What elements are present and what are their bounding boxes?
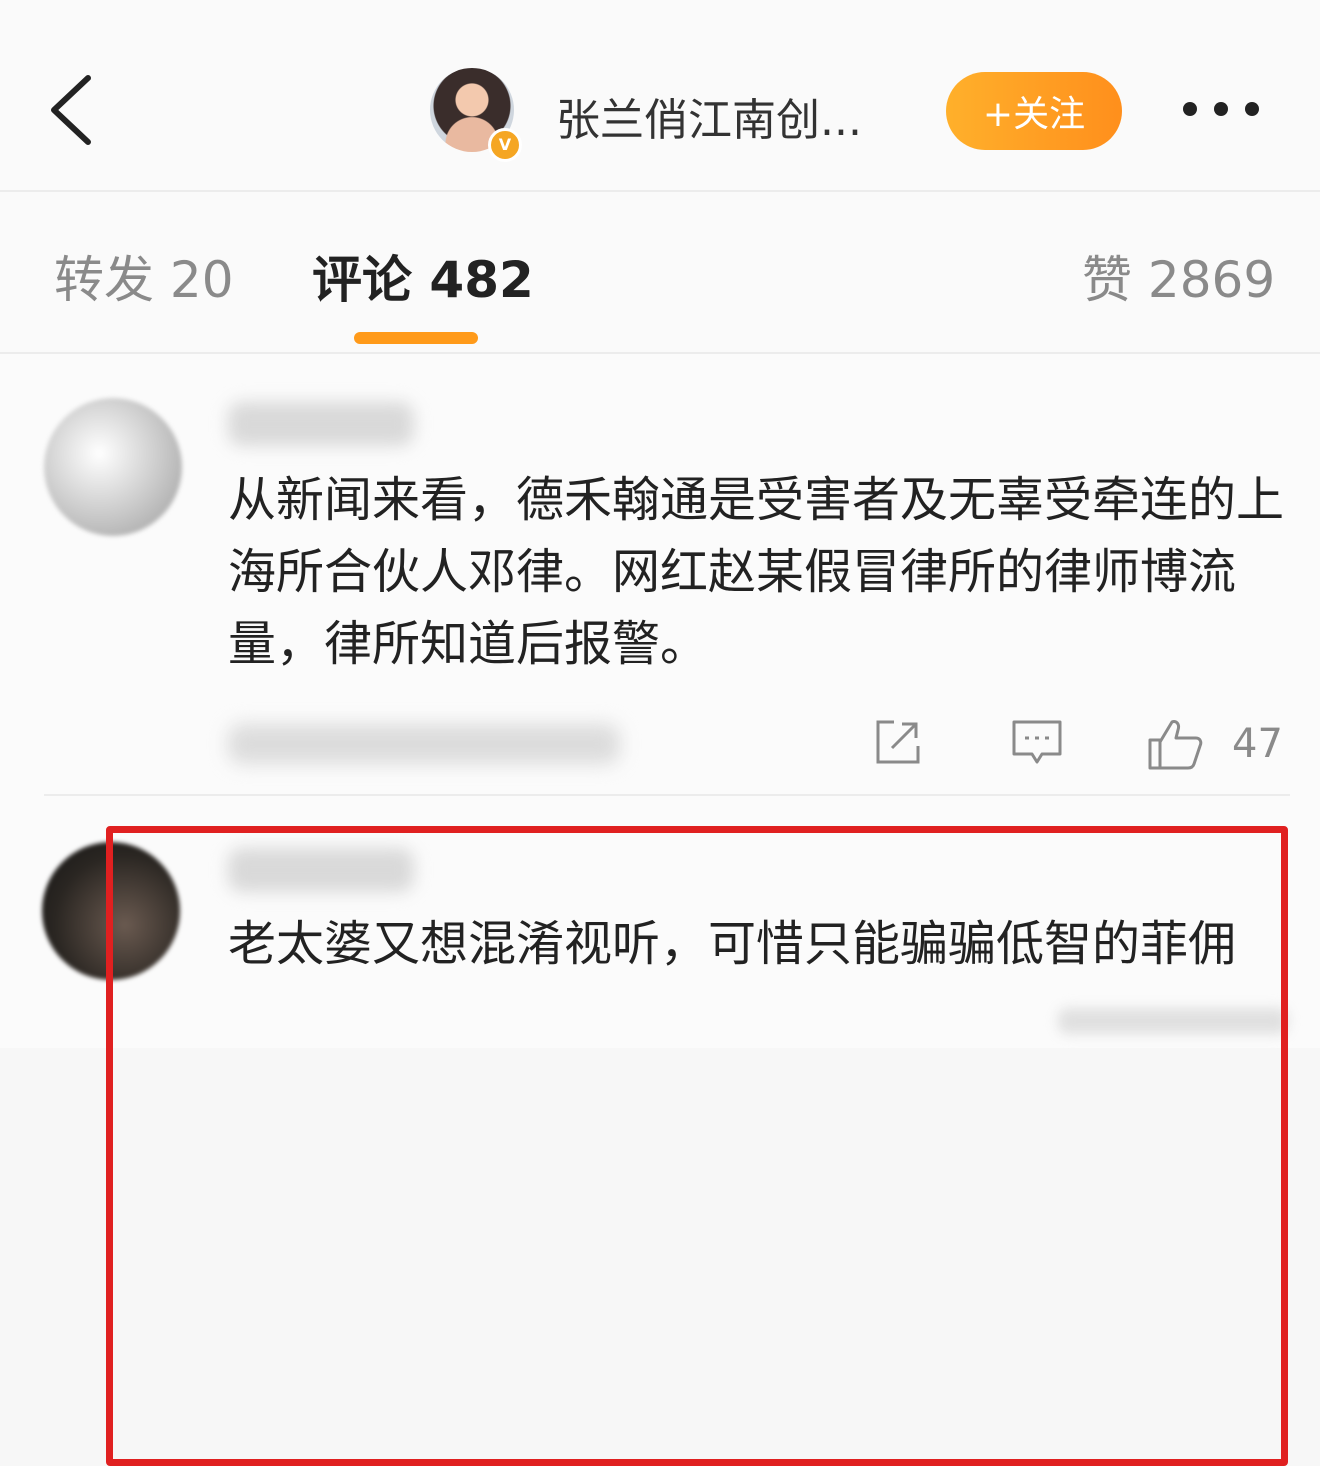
like-button[interactable]: 47	[1146, 716, 1283, 772]
top-bar: V 张兰俏江南创... +关注	[0, 0, 1320, 192]
follow-button[interactable]: +关注	[946, 72, 1122, 150]
tab-bar: 转发 20 评论 482 赞 2869	[0, 192, 1320, 354]
comment-text: 从新闻来看，德禾翰通是受害者及无辜受牵连的上海所合伙人邓律。网红赵某假冒律所的律…	[228, 472, 1285, 672]
commenter-name-blurred[interactable]	[228, 402, 414, 446]
more-button[interactable]	[1176, 94, 1266, 124]
comment-divider	[44, 794, 1290, 796]
comment-list: 从新闻来看，德禾翰通是受害者及无辜受牵连的上海所合伙人邓律。网红赵某假冒律所的律…	[0, 354, 1320, 1466]
reply-button[interactable]	[1010, 716, 1064, 770]
commenter-avatar[interactable]	[44, 398, 182, 536]
highlight-annotation	[106, 826, 1288, 1466]
chevron-left-icon	[51, 75, 91, 145]
share-button[interactable]	[872, 716, 924, 768]
tab-comment[interactable]: 评论 482	[312, 240, 534, 312]
tab-repost[interactable]: 转发 20	[54, 240, 234, 312]
active-tab-indicator	[354, 332, 478, 344]
like-count: 47	[1232, 721, 1283, 767]
more-dots-icon	[1183, 102, 1259, 116]
share-icon	[876, 720, 920, 764]
thumbs-up-icon	[1148, 720, 1203, 770]
back-button[interactable]	[44, 70, 104, 150]
comment-icon	[1012, 720, 1062, 764]
verified-badge: V	[488, 128, 522, 162]
author-name[interactable]: 张兰俏江南创...	[556, 84, 862, 148]
tab-like[interactable]: 赞 2869	[1082, 240, 1275, 312]
comment-meta-blurred	[228, 724, 620, 764]
